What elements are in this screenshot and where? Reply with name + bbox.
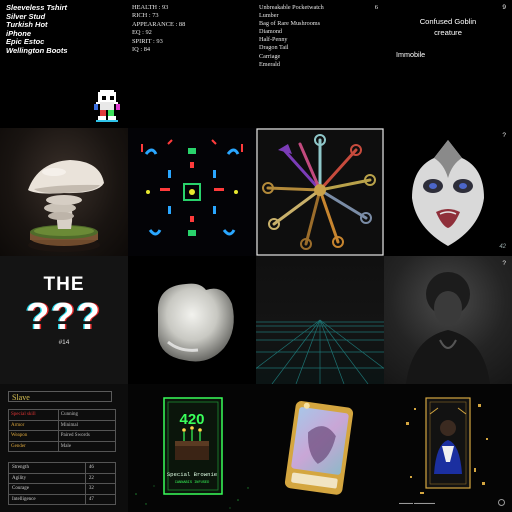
mystery-number: #14 (58, 339, 70, 346)
stat-value: 46 (84, 462, 117, 474)
loot-line: Half-Penny (259, 36, 288, 44)
loot-line: Bag of Rare Mushrooms (259, 20, 321, 28)
tile-number: ? (502, 132, 506, 139)
stat-value: 22 (84, 472, 117, 484)
tile-serial-number: 42 (499, 244, 506, 250)
stat-label: Agility (8, 472, 86, 484)
gold-frame-card-image (406, 397, 488, 494)
stat-label: Strength (8, 462, 86, 474)
table-row: Armor Minimal (8, 419, 117, 431)
loot-line: Carriage (259, 52, 281, 60)
loot-line: Unbreakable Pocketwatch (259, 4, 324, 11)
nft-gallery-grid: Sleeveless Tshirt Silver Stud Turkish Ho… (0, 0, 512, 512)
stat-line: RICH : 73 (132, 12, 159, 20)
stat-line: IQ : 84 (132, 46, 151, 54)
stat-value: 47 (84, 493, 117, 505)
attribute-table: Special skill Cunning Armor Minimal Weap… (8, 409, 117, 452)
table-row: Weapon Paired Swords (8, 430, 117, 442)
tile-number: 9 (502, 4, 506, 11)
holo-card-image (284, 401, 354, 495)
stat-value: 32 (84, 483, 117, 495)
brownie-badge: 420 (179, 411, 204, 428)
stat-label: Courage (8, 483, 86, 495)
pixel-character-icon (94, 90, 120, 122)
table-row: Intelligence 47 (8, 493, 117, 505)
mask-face-image (412, 140, 484, 246)
table-row: Gender Male (8, 440, 117, 452)
attribute-label: Armor (8, 419, 59, 431)
loot-line: Emerald (259, 60, 280, 68)
tile-holo-card[interactable] (256, 384, 384, 512)
tile-character-card[interactable]: Slave Special skill Cunning Armor Minima… (0, 384, 128, 512)
brownie-name: Special Brownie (167, 471, 217, 478)
tile-mushroom-sculpture[interactable] (0, 128, 128, 256)
item-line: Wellington Boots (6, 45, 68, 55)
glass-blob-image (157, 283, 234, 362)
tile-brownie-card[interactable]: 420 Special Brownie CANNABIS INFUSED (128, 384, 256, 512)
brownie-subtitle: CANNABIS INFUSED (175, 481, 210, 485)
loot-line: Dragon Tail (259, 44, 289, 52)
tile-portrait-photo[interactable]: ? (384, 256, 512, 384)
vaporwave-grid-image (256, 319, 384, 384)
keys-wheel-image (256, 128, 384, 256)
tile-keys-artwork[interactable] (256, 128, 384, 256)
tile-item-list[interactable]: Sleeveless Tshirt Silver Stud Turkish Ho… (0, 0, 128, 128)
table-row: Strength 46 (8, 462, 117, 474)
creature-status: Immobile (396, 50, 426, 59)
stat-line: APPEARANCE : 88 (132, 20, 186, 28)
portrait-photo-image (406, 272, 490, 384)
mushroom-sculpture-image (28, 160, 104, 252)
tile-goblin-card[interactable]: 9 Confused Goblin creature Immobile (384, 0, 512, 128)
stat-line: EQ : 92 (132, 29, 152, 37)
stat-label: Intelligence (8, 493, 86, 505)
attribute-value: Male (57, 440, 117, 452)
attribute-value: Minimal (57, 419, 117, 431)
loot-line: Lumber (259, 12, 279, 20)
stats-table: Strength 46 Agility 22 Courage 32 Intell… (8, 462, 117, 505)
table-row: Special skill Cunning (8, 409, 117, 421)
character-class: Slave (8, 391, 112, 402)
tile-stat-list[interactable]: HEALTH : 93 RICH : 73 APPEARANCE : 88 EQ… (128, 0, 256, 128)
tile-the-mystery[interactable]: THE ??? #14 (0, 256, 128, 384)
creature-name-block: Confused Goblin creature (384, 16, 512, 38)
tile-gold-frame-card[interactable]: ▬▬▬▬ ▬▬▬▬▬▬ (384, 384, 512, 512)
card-caption: ▬▬▬▬ ▬▬▬▬▬▬ (399, 501, 435, 505)
tile-loot-list[interactable]: 6 Unbreakable Pocketwatch Lumber Bag of … (256, 0, 384, 128)
tile-mask-artwork[interactable]: ? 42 (384, 128, 512, 256)
table-row: Agility 22 (8, 472, 117, 484)
brownie-card-image: 420 Special Brownie CANNABIS INFUSED (135, 397, 249, 509)
tile-glass-blob[interactable] (128, 256, 256, 384)
attribute-label: Weapon (8, 430, 59, 442)
brand-logo-icon (498, 499, 505, 506)
attribute-value: Cunning (57, 409, 117, 421)
creature-name: Confused Goblin (419, 17, 477, 26)
tile-neon-pattern[interactable] (128, 128, 256, 256)
attribute-value: Paired Swords (57, 430, 117, 442)
attribute-label: Gender (8, 440, 59, 452)
tile-vapor-grid[interactable] (256, 256, 384, 384)
mystery-marks: ??? (26, 296, 102, 338)
loot-line: Diamond (259, 28, 283, 36)
tile-number: ? (502, 260, 506, 267)
creature-type: creature (434, 28, 462, 37)
table-row: Courage 32 (8, 483, 117, 495)
attribute-label: Special skill (8, 409, 59, 421)
mystery-title: THE (43, 274, 85, 295)
neon-pattern-image (141, 139, 243, 236)
stat-line: SPIRIT : 93 (132, 37, 163, 45)
stat-line: HEALTH : 93 (132, 4, 169, 11)
tile-number: 6 (374, 4, 378, 11)
